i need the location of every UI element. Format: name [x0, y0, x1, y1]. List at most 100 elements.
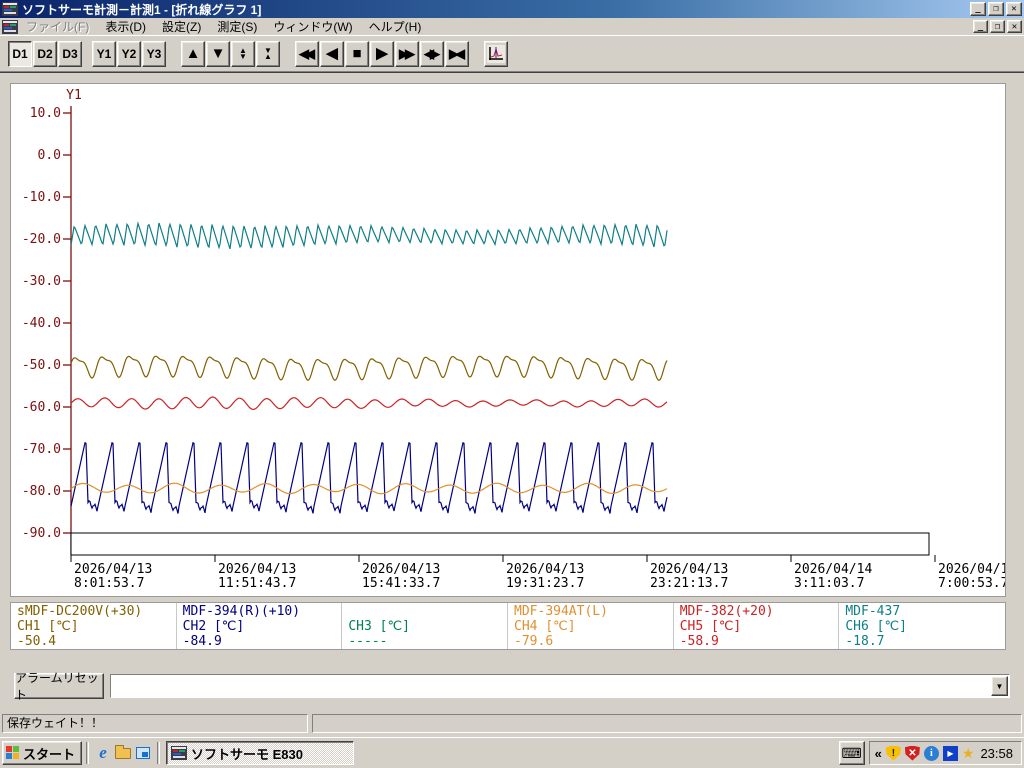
- close-button[interactable]: ✕: [1006, 2, 1022, 16]
- y-axis-title: Y1: [66, 88, 82, 103]
- folder-icon: [115, 744, 132, 759]
- menu-window[interactable]: ウィンドウ(W): [265, 17, 360, 36]
- channel-label: CH5 [℃]: [679, 619, 742, 634]
- y-tick-label: -90.0: [22, 526, 61, 541]
- channel-name: MDF-437: [845, 604, 901, 619]
- channel-name: [348, 604, 507, 619]
- start-button[interactable]: スタート: [2, 741, 83, 765]
- menu-help[interactable]: ヘルプ(H): [361, 17, 430, 36]
- expand-vertical-button[interactable]: ▲ ▼: [231, 40, 255, 67]
- y-tick-label: 10.0: [30, 106, 61, 121]
- combo-dropdown-button[interactable]: ▼: [991, 676, 1008, 696]
- status-message: 保存ウェイト！！: [2, 714, 308, 733]
- status-bar: 保存ウェイト！！: [0, 710, 1024, 737]
- child-restore-button[interactable]: ❐: [990, 20, 1005, 33]
- channel-value: -50.4: [17, 634, 57, 649]
- expand-horizontal-icon: ◀▶: [424, 45, 440, 61]
- minimize-button[interactable]: _: [970, 2, 986, 16]
- taskbar: スタート e ソフトサーモ E830 ⌨ « ! ✕ i ▶ ★ 23:58: [0, 737, 1024, 768]
- system-tray: « ! ✕ i ▶ ★ 23:58: [868, 741, 1022, 765]
- menu-file[interactable]: ファイル(F): [18, 17, 97, 36]
- tray-clock: 23:58: [980, 745, 1013, 761]
- scroll-down-button[interactable]: ▼: [206, 40, 230, 67]
- up-arrow-icon: ▲: [185, 45, 201, 62]
- d1-button[interactable]: D1: [8, 40, 32, 67]
- toolbar: D1 D2 D3 Y1 Y2 Y3 ▲ ▼ ▲ ▼ ▼ ▲ ◀◀ ◀ ■ ▶ ▶▶ …: [0, 36, 1024, 72]
- rewind-button[interactable]: ◀◀: [295, 40, 319, 67]
- channel-value: -79.6: [514, 634, 554, 649]
- y-tick-label: -30.0: [22, 274, 61, 289]
- channel-legend: sMDF-DC200V(+30) CH1 [℃] -50.4 MDF-394(R…: [10, 602, 1006, 650]
- tray-chevron-icon[interactable]: «: [875, 746, 882, 761]
- x-tick-time: 15:41:33.7: [362, 576, 440, 591]
- left-arrow-icon: ◀: [326, 45, 338, 62]
- alarm-combo-value[interactable]: [111, 675, 990, 697]
- channel-label: CH4 [℃]: [514, 619, 576, 634]
- y3-button[interactable]: Y3: [142, 40, 166, 67]
- compress-horizontal-button[interactable]: ▶◀: [445, 40, 469, 67]
- legend-channel-4: MDF-394AT(L) CH4 [℃] -79.6: [508, 603, 674, 649]
- menu-measure[interactable]: 測定(S): [209, 17, 265, 36]
- restore-button[interactable]: ❐: [988, 2, 1004, 16]
- start-label: スタート: [23, 746, 76, 762]
- x-tick-time: 7:00:53.7: [938, 576, 1005, 591]
- series-curve-ch2: [70, 441, 668, 514]
- x-tick-time: 11:51:43.7: [218, 576, 296, 591]
- security-alert-icon[interactable]: ✕: [904, 745, 920, 761]
- stop-button[interactable]: ■: [345, 40, 369, 67]
- title-bar: ソフトサーモ計測－計測1 - [折れ線グラフ 1] _ ❐ ✕: [0, 0, 1024, 18]
- y1-button[interactable]: Y1: [92, 40, 116, 67]
- d2-button[interactable]: D2: [33, 40, 57, 67]
- graph-view-button[interactable]: [484, 40, 508, 67]
- step-back-button[interactable]: ◀: [320, 40, 344, 67]
- x-tick-date: 2026/04/13: [650, 562, 728, 577]
- quicklaunch-ie-icon[interactable]: e: [93, 743, 113, 763]
- scroll-up-button[interactable]: ▲: [181, 40, 205, 67]
- child-close-button[interactable]: ✕: [1007, 20, 1022, 33]
- internet-explorer-icon: e: [99, 743, 107, 762]
- channel-name: sMDF-DC200V(+30): [17, 604, 143, 619]
- fast-forward-button[interactable]: ▶▶: [395, 40, 419, 67]
- y-tick-label: -50.0: [22, 358, 61, 373]
- y-tick-label: -20.0: [22, 232, 61, 247]
- down-arrow-icon: ▼: [210, 45, 226, 62]
- series-curve-ch5: [70, 396, 668, 411]
- alarm-combobox[interactable]: ▼: [110, 674, 1010, 698]
- quicklaunch-desktop-icon[interactable]: [133, 743, 153, 763]
- task-app-icon: [171, 746, 188, 760]
- child-minimize-button[interactable]: _: [973, 20, 988, 33]
- child-window-icon[interactable]: [2, 19, 18, 34]
- series-curve-ch6: [70, 221, 668, 250]
- task-button-softthermo[interactable]: ソフトサーモ E830: [166, 741, 355, 765]
- x-tick-date: 2026/04/13: [74, 562, 152, 577]
- series-curve-ch1: [70, 355, 668, 382]
- right-arrow-icon: ▶: [376, 45, 388, 62]
- info-balloon-icon[interactable]: i: [923, 745, 939, 761]
- x-tick-date: 2026/04/13: [506, 562, 584, 577]
- menu-view[interactable]: 表示(D): [97, 17, 154, 36]
- star-tray-icon[interactable]: ★: [962, 745, 975, 762]
- alarm-reset-button[interactable]: アラームリセット: [14, 671, 104, 702]
- d3-button[interactable]: D3: [58, 40, 82, 67]
- app-icon: [2, 2, 18, 16]
- x-tick-time: 23:21:13.7: [650, 576, 728, 591]
- compress-vertical-button[interactable]: ▼ ▲: [256, 40, 280, 67]
- x-tick-date: 2026/04/13: [362, 562, 440, 577]
- time-range-box[interactable]: [70, 532, 930, 556]
- menu-bar: ファイル(F) 表示(D) 設定(Z) 測定(S) ウィンドウ(W) ヘルプ(H…: [0, 18, 1024, 36]
- quicklaunch-folder-icon[interactable]: [113, 743, 133, 763]
- security-warning-icon[interactable]: !: [885, 745, 901, 761]
- stop-icon: ■: [352, 45, 362, 62]
- y2-button[interactable]: Y2: [117, 40, 141, 67]
- expand-horizontal-button[interactable]: ◀▶: [420, 40, 444, 67]
- menu-settings[interactable]: 設定(Z): [154, 17, 209, 36]
- graph-icon: [487, 44, 505, 63]
- legend-channel-2: MDF-394(R)(+10) CH2 [℃] -84.9: [177, 603, 343, 649]
- taskbar-divider: [86, 742, 90, 764]
- fast-forward-icon: ▶▶: [399, 45, 415, 61]
- status-secondary: [312, 714, 1022, 733]
- channel-label: CH3 [℃]: [348, 619, 410, 634]
- step-forward-button[interactable]: ▶: [370, 40, 394, 67]
- media-tray-icon[interactable]: ▶: [942, 745, 958, 761]
- keyboard-layout-button[interactable]: ⌨: [838, 741, 865, 765]
